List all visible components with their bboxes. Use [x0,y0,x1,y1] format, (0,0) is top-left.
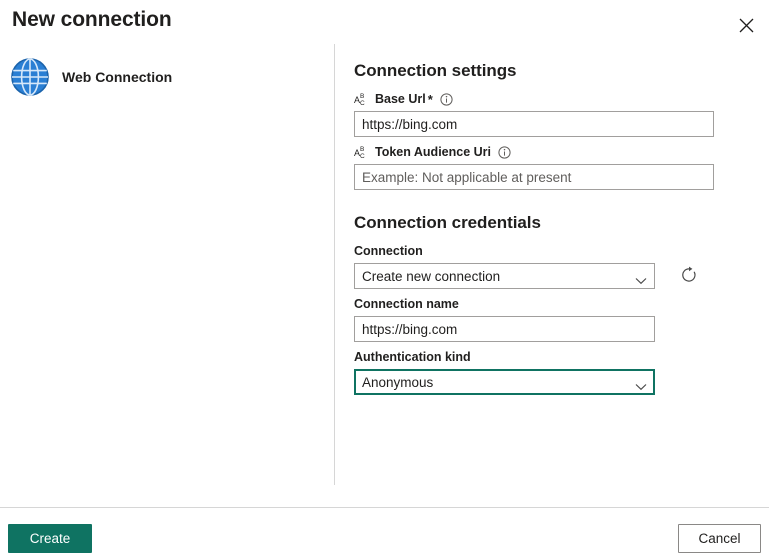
connection-type-item-web[interactable]: Web Connection [8,53,178,101]
connection-select-value: Create new connection [362,268,501,284]
svg-text:B: B [360,93,364,100]
connection-credentials-heading: Connection credentials [354,213,541,232]
field-token-audience-uri-label: Token Audience Uri [375,145,491,159]
base-url-input[interactable] [354,111,714,137]
dialog-footer: Create Cancel [0,508,769,559]
field-connection-label: Connection [354,244,423,258]
connection-name-input[interactable] [354,316,655,342]
field-connection: Connection Create new connection [354,242,769,289]
abc-text-type-icon: A B C [354,145,370,160]
authentication-kind-select-wrap: Anonymous [354,369,655,395]
svg-text:C: C [360,153,365,159]
connection-type-list: Web Connection [0,44,335,485]
globe-icon [10,57,50,97]
field-connection-label-row: Connection [354,242,769,260]
connection-form: Connection settings A B C Base Url * htt… [335,44,769,507]
field-base-url-label-row: A B C Base Url * [354,90,769,108]
page-title: New connection [12,8,172,31]
token-audience-uri-input[interactable] [354,164,714,190]
connection-row: Create new connection [354,263,769,289]
required-marker: * [427,91,433,107]
field-authentication-kind-label-row: Authentication kind [354,348,769,366]
cancel-button[interactable]: Cancel [678,524,761,553]
field-authentication-kind: Authentication kind Anonymous [354,348,769,395]
field-token-audience-uri: A B C Token Audience Uri [354,143,769,190]
info-icon[interactable] [498,145,511,159]
dialog-header: New connection [0,0,769,44]
authentication-kind-select[interactable]: Anonymous [354,369,655,395]
field-authentication-kind-label: Authentication kind [354,350,471,364]
authentication-kind-value: Anonymous [362,374,434,390]
connection-select[interactable]: Create new connection [354,263,655,289]
dialog-body: Web Connection Connection settings A B C… [0,44,769,507]
connection-settings-heading: Connection settings [354,61,517,80]
field-token-audience-uri-label-row: A B C Token Audience Uri [354,143,769,161]
field-base-url-label: Base Url [375,92,426,106]
field-connection-name-label: Connection name [354,297,459,311]
svg-text:C: C [360,100,365,106]
refresh-connections-button[interactable] [676,263,702,289]
field-connection-name-label-row: Connection name [354,295,769,313]
field-base-url: A B C Base Url * [354,90,769,137]
field-connection-name: Connection name [354,295,769,342]
refresh-icon [680,266,698,287]
close-button[interactable] [729,8,763,42]
connection-select-wrap: Create new connection [354,263,655,289]
create-button[interactable]: Create [8,524,92,553]
abc-text-type-icon: A B C [354,92,370,107]
svg-text:B: B [360,146,364,153]
close-icon [739,18,754,33]
info-icon[interactable] [440,92,453,106]
connection-type-label: Web Connection [62,69,173,85]
